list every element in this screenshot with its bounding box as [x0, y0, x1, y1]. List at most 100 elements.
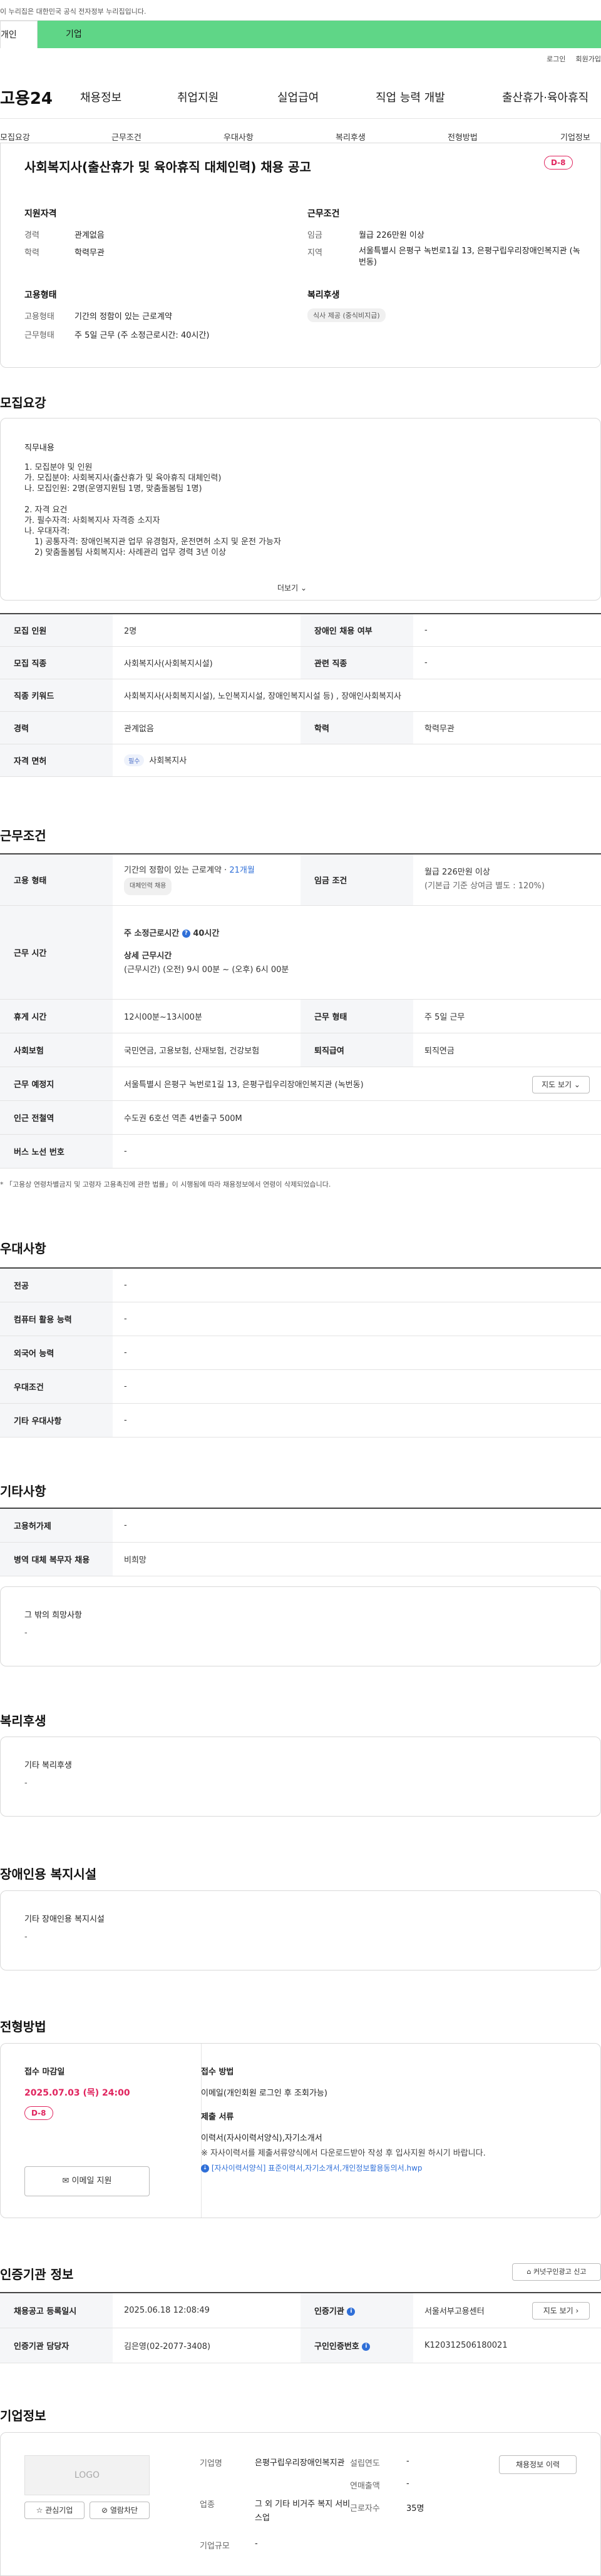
qualification-title: 지원자격	[24, 209, 57, 219]
count-value: 2명	[113, 614, 300, 647]
conditions-title: 근무조건	[307, 209, 340, 219]
pref-value: -	[113, 1403, 601, 1438]
qual-edu-label: 학력	[24, 248, 39, 258]
reg-date-label: 채용공고 등록일시	[0, 2293, 113, 2328]
qual-career-value: 관계없음	[74, 231, 105, 240]
more-button[interactable]: 더보기 ⌄	[277, 582, 307, 593]
worktype-label: 근무 형태	[300, 999, 413, 1033]
company-name-label: 기업명	[200, 2459, 222, 2468]
wage-value: 월급 226만원 이상	[424, 868, 490, 878]
facilities-section-title: 장애인용 복지시설	[0, 1867, 97, 1882]
conditions-section-title: 근무조건	[0, 828, 46, 843]
org-map-label: 지도 보기	[543, 2306, 573, 2315]
job-label: 모집 직종	[0, 646, 113, 679]
benefits-box-title: 기타 복리후생	[24, 1761, 72, 1770]
etc-value: -	[113, 1508, 601, 1543]
recruit-section-title: 모집요강	[0, 395, 46, 410]
edu-label: 학력	[300, 711, 413, 744]
tab-company[interactable]: 기업	[38, 21, 601, 48]
docs-note: ※ 자사이력서를 제출서류양식에서 다운로드받아 작성 후 입사지원 하시기 바…	[201, 2149, 486, 2158]
block-button[interactable]: ⊘ 열람차단	[90, 2502, 150, 2519]
facilities-card: 기타 장애인용 복지시설 -	[0, 1890, 601, 1970]
station-value: 수도권 6호선 역촌 4번출구 500M	[113, 1100, 601, 1135]
chevron-down-icon: ⌄	[573, 1080, 580, 1089]
etc-label: 병역 대체 복무자 채용	[0, 1542, 113, 1576]
welfare-title: 복리후생	[307, 290, 340, 300]
info-icon[interactable]: ?	[182, 930, 190, 938]
gnb-item-unemployment-benefit[interactable]: 실업급여	[277, 89, 319, 105]
info-icon[interactable]: i	[347, 2307, 356, 2316]
org-map-button[interactable]: 지도 보기 ›	[532, 2302, 590, 2320]
email-apply-button[interactable]: ✉ 이메일 지원	[24, 2166, 150, 2196]
number-value: K120312506180021	[413, 2328, 601, 2363]
block-label: 열람차단	[110, 2506, 138, 2515]
jobs-history-button[interactable]: 채용정보 이력	[499, 2455, 577, 2474]
desc-line: 1) 공통자격: 장애인복지관 업무 유경험자, 운전면허 소지 및 운전 가능…	[34, 537, 281, 547]
qual-edu-value: 학력무관	[74, 248, 105, 258]
related-label: 관련 직종	[300, 646, 413, 679]
pref-label: 전공	[0, 1268, 113, 1302]
job-title: 사회복지사(출산휴가 및 육아휴직 대체인력) 채용 공고	[24, 160, 311, 175]
bus-value: -	[113, 1134, 601, 1169]
login-link[interactable]: 로그인	[547, 55, 565, 63]
pref-value: -	[113, 1268, 601, 1302]
place-label: 근무 예정지	[0, 1067, 113, 1101]
employment-type-title: 고용형태	[24, 290, 57, 300]
deadline-value: 2025.07.03 (목) 24:00	[24, 2088, 130, 2098]
count-label: 모집 인원	[0, 614, 113, 647]
info-icon[interactable]: i	[362, 2342, 371, 2351]
desc-line	[24, 494, 575, 505]
hours-detail-value: (근무시간) (오전) 9시 00분 ~ (오후) 6시 00분	[124, 965, 289, 975]
pref-label: 외국어 능력	[0, 1336, 113, 1370]
hours-week: 주 소정근로시간 ? 40시간	[124, 927, 590, 941]
desc-line: 2) 맞춤돌봄팀 사회복지사: 사례관리 업무 경력 3년 이상	[34, 548, 227, 557]
wage-cell: 월급 226만원 이상 (기본급 기준 상여금 별도 : 120%)	[413, 854, 601, 906]
job-value: 사회복지사(사회복지시설)	[113, 646, 300, 679]
site-logo[interactable]: 고용24	[0, 86, 53, 109]
report-button[interactable]: ⌂ 커넛구인광고 신고	[512, 2263, 601, 2281]
pref-value: -	[113, 1336, 601, 1370]
conditions-table: 고용 형태 기간의 정함이 있는 근로계약 · 21개월 대체인력 채용 임금 …	[0, 853, 601, 1169]
subnav-company[interactable]: 기업정보	[560, 131, 590, 143]
hours-label: 근무 시간	[0, 905, 113, 1000]
pref-value: -	[113, 1369, 601, 1404]
gnb-item-parental-leave[interactable]: 출산휴가·육아휴직	[502, 89, 588, 105]
benefits-box-value: -	[24, 1778, 28, 1788]
gnb-item-jobs[interactable]: 채용정보	[80, 89, 121, 105]
selection-card: 접수 마감일 2025.07.03 (목) 24:00 D-8 ✉ 이메일 지원…	[0, 2043, 601, 2218]
qual-career-label: 경력	[24, 231, 39, 240]
interest-button[interactable]: ☆ 관심기업	[24, 2502, 85, 2519]
subnav-benefits[interactable]: 복리후생	[336, 131, 366, 143]
subnav-preference[interactable]: 우대사항	[223, 131, 254, 143]
insurance-label: 사회보험	[0, 1033, 113, 1067]
work-type-label: 근무형태	[24, 331, 54, 340]
gnb-item-training[interactable]: 직업 능력 개발	[376, 89, 445, 105]
company-section-title: 기업정보	[0, 2408, 46, 2423]
subnav-recruit[interactable]: 모집요강	[0, 131, 30, 143]
gnb-item-employment-support[interactable]: 취업지원	[177, 89, 218, 105]
worktype-value: 주 5일 근무	[413, 999, 601, 1033]
report-button-label: 커넛구인광고 신고	[533, 2268, 587, 2276]
welfare-chip: 식사 제공 (중식비지급)	[307, 308, 386, 322]
subnav-conditions[interactable]: 근무조건	[111, 131, 141, 143]
recruit-table: 모집 인원 2명 장애인 채용 여부 - 모집 직종 사회복지사(사회복지시설)…	[0, 613, 601, 777]
station-label: 인근 전철역	[0, 1100, 113, 1135]
sales-label: 연매출액	[350, 2482, 380, 2491]
tab-person[interactable]: 개인	[0, 21, 38, 48]
emp-type-label: 고용형태	[24, 312, 54, 322]
join-link[interactable]: 회원가입	[576, 55, 601, 63]
pref-label: 기타 우대사항	[0, 1403, 113, 1438]
cond-location-value: 서울특별시 은평구 녹번로1길 13, 은평구립우리장애인복지관 (녹번동)	[359, 246, 580, 267]
age-footnote-text: 「고용상 연령차별금지 및 고령자 고용촉진에 관한 법률」이 시행됨에 따라 …	[6, 1180, 331, 1189]
dday-badge: D-8	[544, 156, 573, 170]
org-cell: 서울서부고용센터 지도 보기 ›	[413, 2293, 601, 2328]
docs-download-link[interactable]: ↓ [자사이력서양식] 표준이력서,자기소개서,개인정보활용동의서.hwp	[201, 2163, 423, 2173]
subnav-selection[interactable]: 전형방법	[448, 131, 478, 143]
map-button[interactable]: 지도 보기 ⌄	[532, 1075, 590, 1093]
employees-label: 근로자수	[350, 2504, 380, 2513]
star-icon: ☆	[36, 2506, 43, 2515]
emp-value: 기간의 정함이 있는 근로계약 ·	[124, 866, 230, 876]
emp-label: 고용 형태	[0, 854, 113, 906]
selection-dday-badge: D-8	[24, 2106, 53, 2120]
job-description-body: 1. 모집분야 및 인원 가. 모집분야: 사회복지사(출산휴가 및 육아휴직 …	[24, 462, 575, 558]
